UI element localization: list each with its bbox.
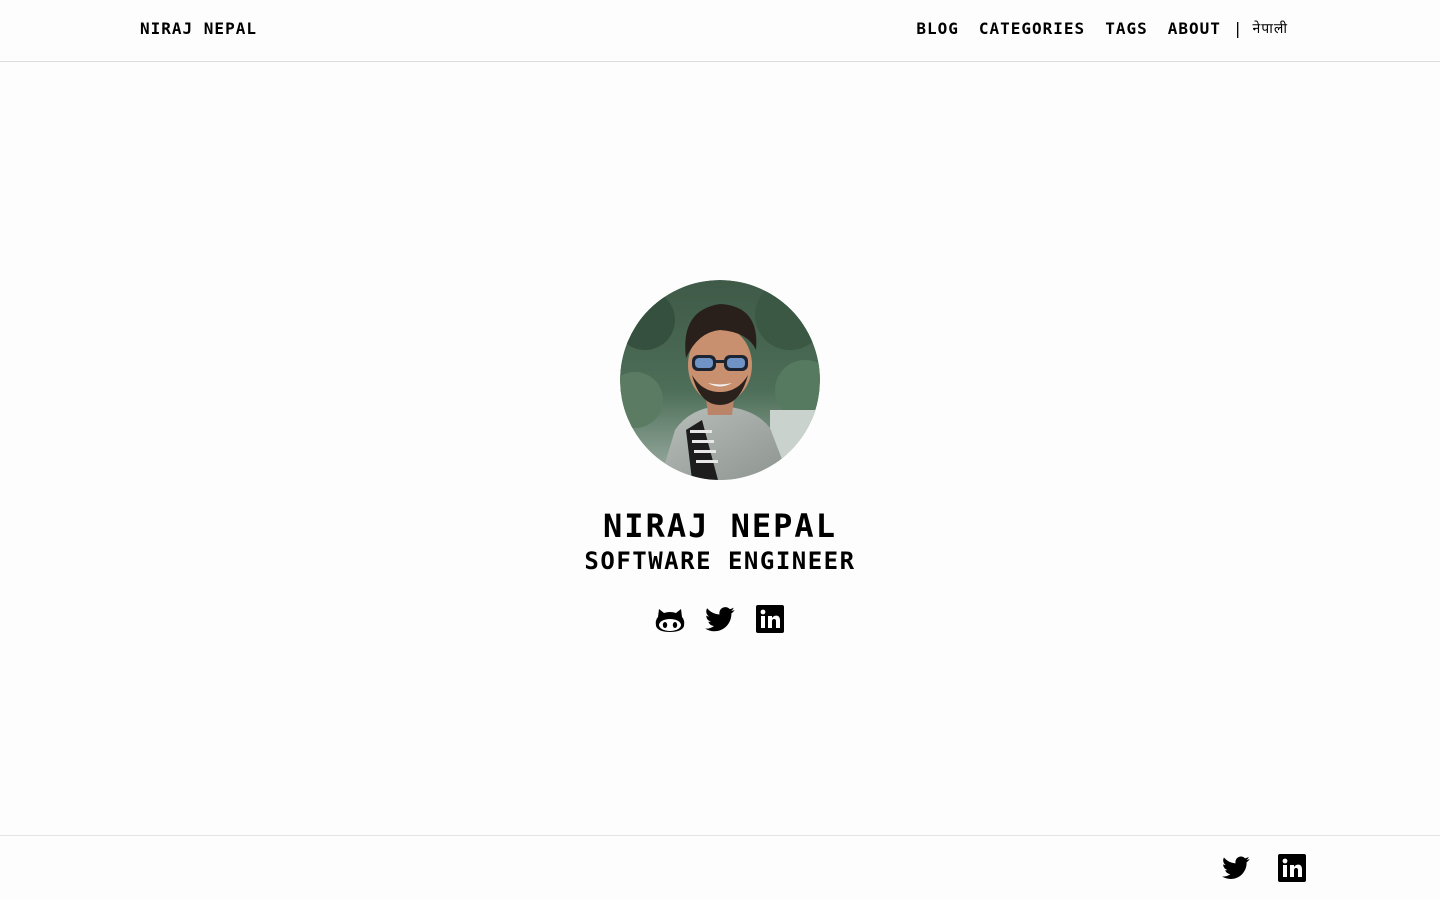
linkedin-icon <box>1278 854 1306 882</box>
site-header: NIRAJ NEPAL BLOG CATEGORIES TAGS ABOUT |… <box>0 0 1440 62</box>
language-switch-link[interactable]: नेपाली <box>1253 19 1288 39</box>
footer-linkedin-link[interactable] <box>1277 853 1307 883</box>
twitter-link[interactable] <box>705 604 735 634</box>
site-footer <box>0 835 1440 900</box>
nav-item-tags[interactable]: TAGS <box>1105 19 1148 39</box>
profile-role: SOFTWARE ENGINEER <box>584 547 856 575</box>
footer-social-links <box>1221 853 1307 883</box>
hero-social-links <box>655 604 785 634</box>
twitter-icon <box>705 606 735 631</box>
twitter-icon <box>1222 856 1250 879</box>
profile-avatar <box>620 280 820 480</box>
brand-link[interactable]: NIRAJ NEPAL <box>140 19 257 39</box>
profile-hero: NIRAJ NEPAL SOFTWARE ENGINEER <box>0 280 1440 634</box>
nav-item-blog[interactable]: BLOG <box>916 19 959 39</box>
profile-name: NIRAJ NEPAL <box>603 507 837 545</box>
nav-item-about[interactable]: ABOUT <box>1168 19 1221 39</box>
linkedin-icon <box>756 605 784 633</box>
github-link[interactable] <box>655 604 685 634</box>
footer-twitter-link[interactable] <box>1221 853 1251 883</box>
nav-item-categories[interactable]: CATEGORIES <box>979 19 1085 39</box>
github-icon <box>655 609 685 632</box>
linkedin-link[interactable] <box>755 604 785 634</box>
nav-separator: | <box>1232 19 1243 38</box>
main-nav: BLOG CATEGORIES TAGS ABOUT | नेपाली <box>916 19 1288 39</box>
page: NIRAJ NEPAL BLOG CATEGORIES TAGS ABOUT |… <box>0 0 1440 900</box>
